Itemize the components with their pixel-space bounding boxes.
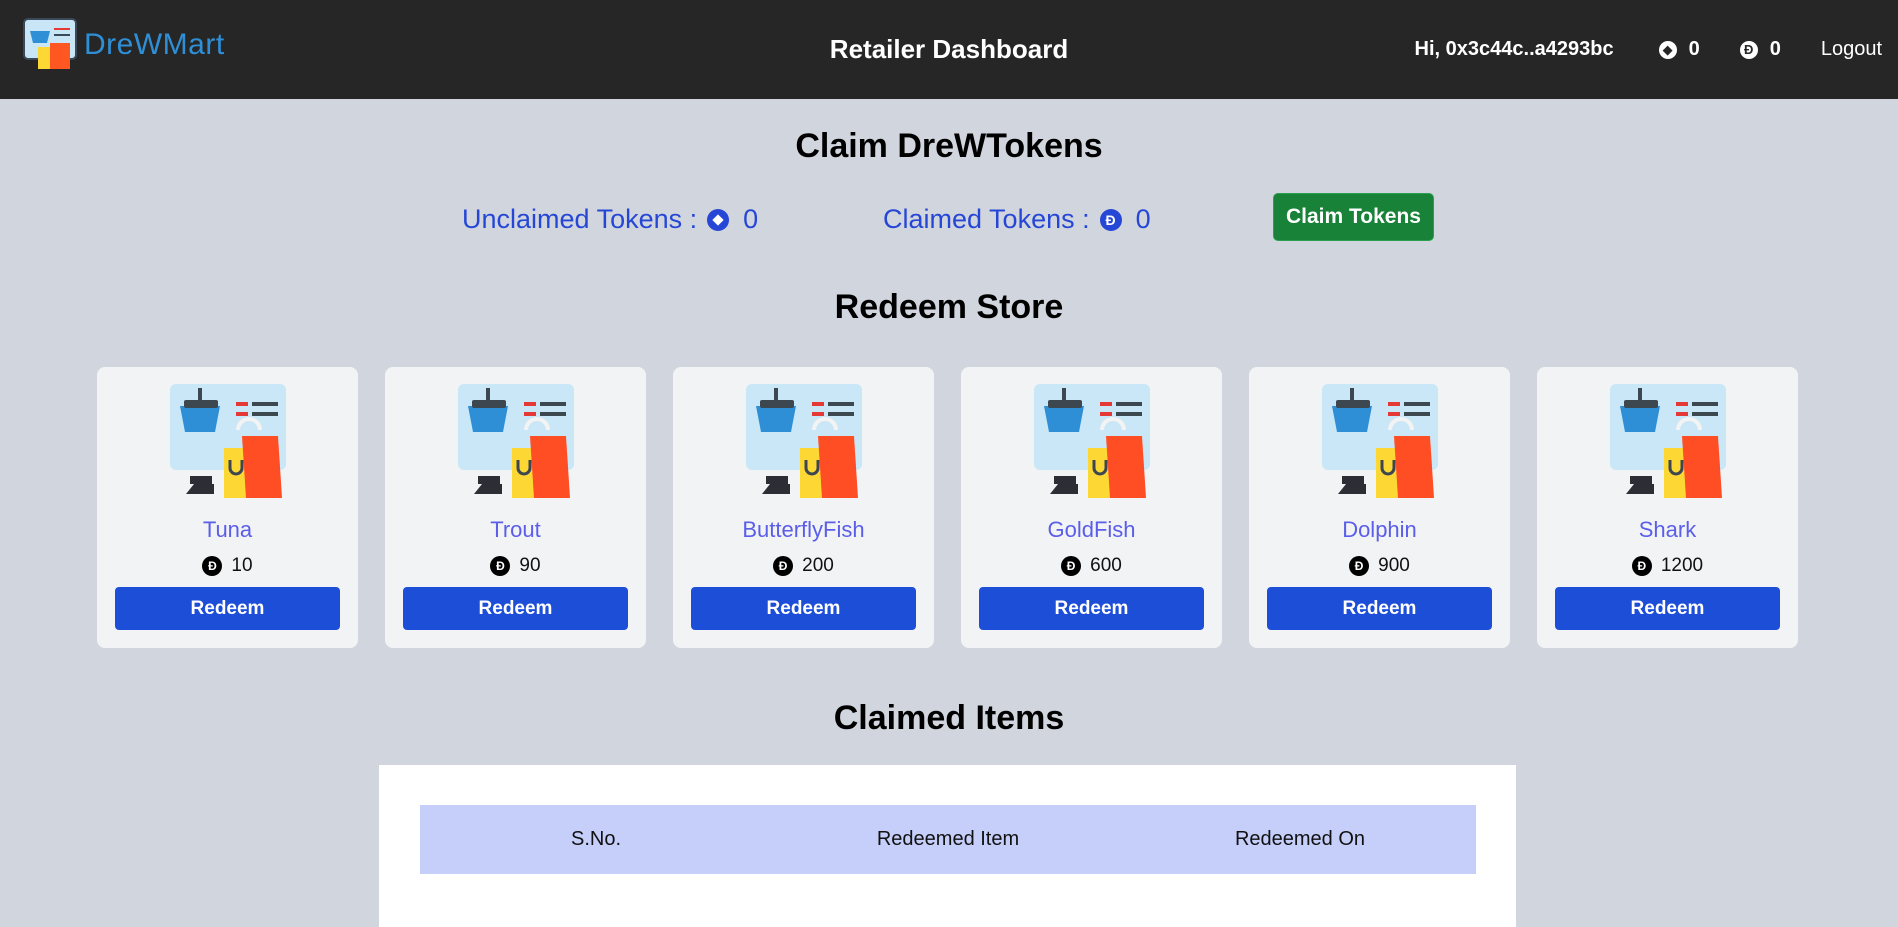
unclaimed-tokens: Unclaimed Tokens : 0 [462, 204, 758, 235]
item-name: ButterflyFish [742, 517, 865, 542]
drewtoken-coin-icon: Đ [773, 556, 794, 576]
table-header: S.No. Redeemed Item Redeemed On [420, 805, 1476, 874]
store-item-card: Shark Đ 1200 Redeem [1537, 367, 1798, 648]
claimed-tokens-value: 0 [1135, 204, 1151, 234]
item-name: Shark [1638, 517, 1697, 542]
shopping-product-icon [1034, 384, 1150, 498]
drewtoken-coin-icon: Đ [1099, 208, 1122, 231]
shopping-product-icon [746, 384, 862, 498]
claimed-token-stat: Đ 0 [1739, 38, 1781, 61]
column-header-sno: S.No. [570, 828, 622, 850]
drewtoken-coin-icon: Đ [202, 556, 223, 576]
item-price: Đ 10 [97, 555, 358, 577]
column-header-redeemed-item: Redeemed Item [876, 828, 1020, 850]
claim-tokens-button[interactable]: Claim Tokens [1273, 193, 1434, 241]
user-greeting: Hi, 0x3c44c..a4293bc [1414, 38, 1614, 60]
item-price-value: 900 [1378, 555, 1410, 576]
claim-heading: Claim DreWTokens [795, 127, 1103, 165]
item-price: Đ 600 [961, 555, 1222, 577]
item-name: GoldFish [1047, 517, 1136, 542]
drewtoken-coin-icon: Đ [1631, 556, 1652, 576]
item-name: Dolphin [1342, 517, 1417, 542]
redeem-button[interactable]: Redeem [979, 587, 1204, 630]
unclaimed-token-stat: ◆ 0 [1658, 38, 1700, 61]
store-item-card: ButterflyFish Đ 200 Redeem [673, 367, 934, 648]
claimed-tokens: Claimed Tokens : Đ 0 [883, 204, 1151, 235]
drewtoken-coin-icon: Đ [1061, 556, 1082, 576]
store-item-card: Tuna Đ 10 Redeem [97, 367, 358, 648]
token-diamond-icon [707, 208, 730, 231]
shopping-product-icon [170, 384, 286, 498]
redeem-button[interactable]: Redeem [1267, 587, 1492, 630]
drewtoken-coin-icon: Đ [490, 556, 511, 576]
redeem-button[interactable]: Redeem [691, 587, 916, 630]
column-header-redeemed-on: Redeemed On [1234, 828, 1366, 850]
item-price: Đ 200 [673, 555, 934, 577]
unclaimed-tokens-value: 0 [743, 204, 759, 234]
claimed-items-table: S.No. Redeemed Item Redeemed On [379, 765, 1516, 927]
store-item-card: Trout Đ 90 Redeem [385, 367, 646, 648]
claimed-token-count: 0 [1769, 38, 1781, 60]
unclaimed-token-count: 0 [1688, 38, 1700, 60]
drewtoken-coin-icon: Đ [1349, 556, 1370, 576]
logout-link[interactable]: Logout [1821, 38, 1882, 61]
redeem-button[interactable]: Redeem [403, 587, 628, 630]
item-price: Đ 1200 [1537, 555, 1798, 577]
shopping-product-icon [458, 384, 574, 498]
item-price-value: 10 [231, 555, 253, 576]
item-price-value: 90 [519, 555, 541, 576]
item-price: Đ 90 [385, 555, 646, 577]
item-name: Trout [490, 517, 541, 542]
shopping-product-icon [1610, 384, 1726, 498]
item-price-value: 1200 [1660, 555, 1704, 576]
redeem-store-heading: Redeem Store [834, 288, 1064, 326]
item-price: Đ 900 [1249, 555, 1510, 577]
store-item-card: GoldFish Đ 600 Redeem [961, 367, 1222, 648]
store-item-card: Dolphin Đ 900 Redeem [1249, 367, 1510, 648]
drewtoken-coin-icon: Đ [1739, 40, 1758, 59]
shopping-product-icon [1322, 384, 1438, 498]
item-name: Tuna [202, 517, 253, 542]
item-price-value: 600 [1090, 555, 1122, 576]
item-price-value: 200 [802, 555, 834, 576]
redeem-button[interactable]: Redeem [1555, 587, 1780, 630]
navbar: DreWMart Retailer Dashboard Hi, 0x3c44c.… [0, 0, 1898, 99]
claimed-tokens-label: Claimed Tokens : [883, 204, 1090, 234]
claimed-items-heading: Claimed Items [833, 699, 1065, 737]
token-summary: Unclaimed Tokens : 0 Claimed Tokens : Đ … [0, 192, 1898, 242]
unclaimed-tokens-label: Unclaimed Tokens : [462, 204, 698, 234]
nav-right: Hi, 0x3c44c..a4293bc ◆ 0 Đ 0 Logout [1415, 38, 1898, 61]
token-diamond-icon: ◆ [1658, 40, 1677, 59]
redeem-button[interactable]: Redeem [115, 587, 340, 630]
